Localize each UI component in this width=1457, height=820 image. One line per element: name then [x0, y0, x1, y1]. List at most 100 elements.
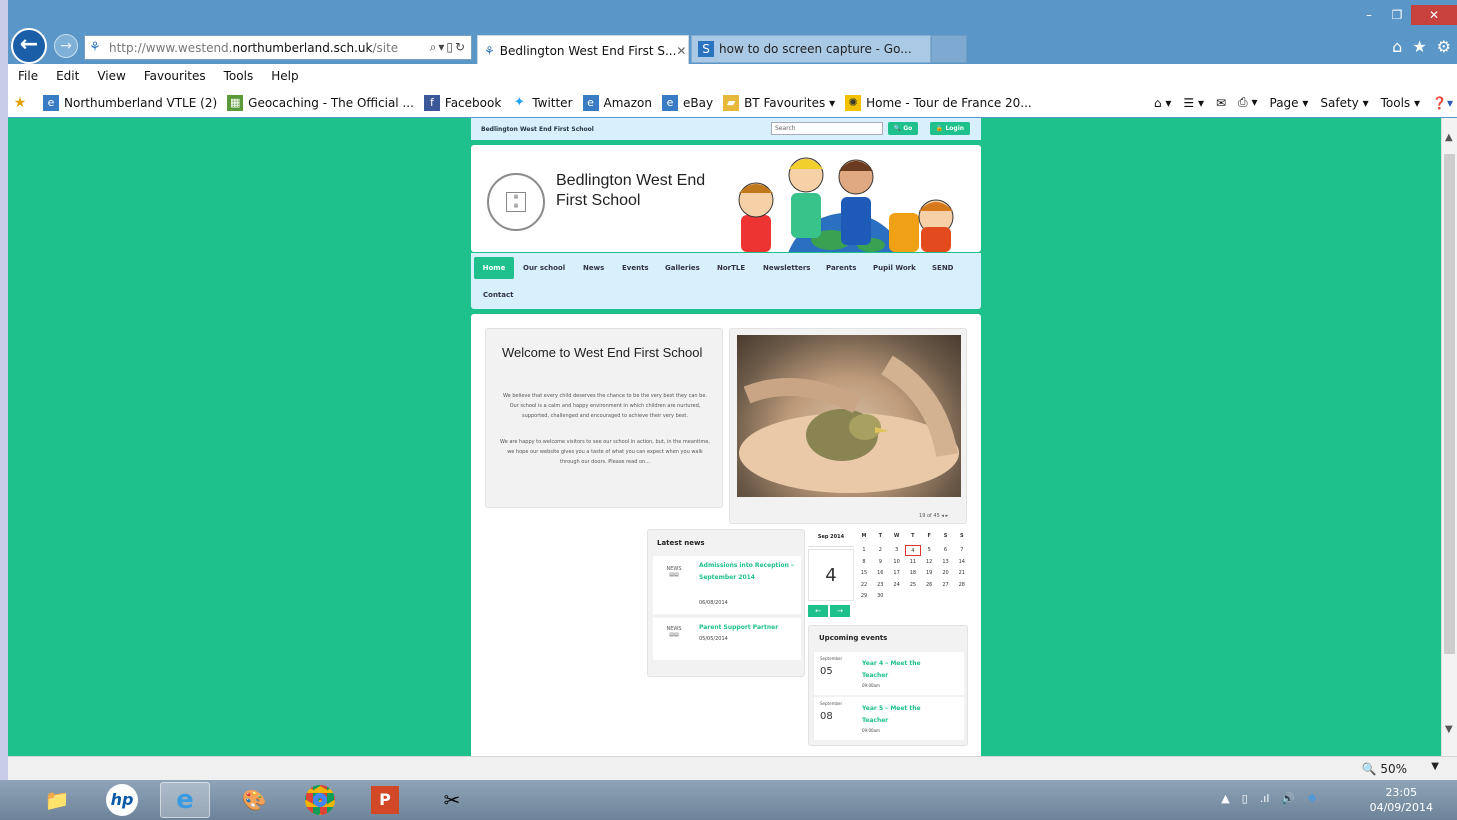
calendar-day[interactable]: 2 — [872, 545, 888, 556]
calendar-day[interactable]: 1 — [856, 545, 872, 556]
add-favourite-star-icon[interactable]: ★ — [12, 95, 33, 111]
photo-slider[interactable]: 19 of 45 ◂ ▸ — [729, 328, 967, 524]
event-title[interactable]: Year 5 – Meet the Teacher — [862, 703, 942, 727]
page-menu[interactable]: Page ▾ — [1270, 96, 1309, 110]
address-bar[interactable]: ⚘ http://www.westend.northumberland.sch.… — [84, 35, 472, 60]
calendar-day[interactable]: 18 — [905, 568, 921, 579]
close-window-button[interactable]: ✕ — [1411, 5, 1457, 25]
address-tools-icon[interactable]: ⌕▾▯↻ — [430, 40, 471, 55]
calendar-day[interactable]: 27 — [938, 580, 954, 591]
calendar-day[interactable]: 8 — [856, 557, 872, 568]
calendar-day[interactable]: 10 — [889, 557, 905, 568]
nav-news[interactable]: News — [583, 264, 604, 272]
menu-file[interactable]: File — [18, 69, 38, 83]
calendar-day[interactable]: 26 — [921, 580, 937, 591]
minimize-button[interactable]: – — [1355, 5, 1383, 25]
calendar-day[interactable]: 25 — [905, 580, 921, 591]
nav-home[interactable]: Home — [474, 257, 514, 279]
calendar-day[interactable]: 30 — [872, 591, 888, 602]
safety-menu[interactable]: Safety ▾ — [1320, 96, 1368, 110]
paint-icon[interactable]: 🎨 — [229, 782, 279, 818]
tools-menu[interactable]: Tools ▾ — [1381, 96, 1420, 110]
file-explorer-icon[interactable]: 📁 — [32, 782, 82, 818]
fav-ebay[interactable]: e eBay — [662, 94, 713, 111]
tab-screen-capture[interactable]: S how to do screen capture - Go... — [691, 35, 931, 63]
news-item[interactable]: NEWS ▤▤ Parent Support Partner 05/05/2014 — [653, 618, 801, 660]
new-tab-button[interactable] — [931, 35, 967, 63]
calendar-day[interactable]: 7 — [954, 545, 970, 556]
battery-icon[interactable]: ▯ — [1242, 792, 1248, 805]
back-button[interactable]: ← — [11, 28, 47, 64]
nav-galleries[interactable]: Galleries — [665, 264, 700, 272]
fav-twitter[interactable]: ✦ Twitter — [511, 95, 573, 111]
home-icon[interactable]: ⌂ — [1392, 37, 1402, 56]
close-tab-icon[interactable]: ✕ — [676, 44, 686, 58]
scroll-thumb[interactable] — [1444, 154, 1455, 654]
calendar-day[interactable]: 29 — [856, 591, 872, 602]
news-title[interactable]: Parent Support Partner — [699, 622, 795, 634]
network-signal-icon[interactable]: .ıl — [1260, 792, 1270, 805]
settings-gear-icon[interactable]: ⚙ — [1437, 37, 1451, 56]
calendar-day[interactable]: 19 — [921, 568, 937, 579]
powerpoint-icon[interactable]: P — [360, 782, 410, 818]
search-go-button[interactable]: 🔍 Go — [888, 122, 918, 135]
menu-edit[interactable]: Edit — [56, 69, 79, 83]
show-hidden-icons-icon[interactable]: ▲ — [1221, 792, 1229, 805]
calendar-day[interactable]: 17 — [889, 568, 905, 579]
home-command-icon[interactable]: ⌂ ▾ — [1154, 96, 1171, 110]
calendar-next-button[interactable]: → — [830, 605, 850, 617]
scroll-down-icon[interactable]: ▼ — [1445, 724, 1453, 735]
nav-pupil-work[interactable]: Pupil Work — [873, 264, 916, 272]
zoom-level[interactable]: 🔍 50% — [1362, 762, 1407, 776]
calendar-day[interactable]: 23 — [872, 580, 888, 591]
fav-facebook[interactable]: f Facebook — [423, 94, 501, 111]
fav-tour-de-france[interactable]: ✺ Home - Tour de France 20... — [845, 94, 1032, 111]
fav-amazon[interactable]: e Amazon — [582, 94, 652, 111]
volume-icon[interactable]: 🔊 — [1281, 792, 1295, 805]
fav-geocaching[interactable]: ▦ Geocaching - The Official ... — [227, 94, 414, 111]
event-item[interactable]: September 05 Year 4 – Meet the Teacher 0… — [814, 652, 964, 695]
menu-tools[interactable]: Tools — [224, 69, 254, 83]
calendar-day[interactable]: 9 — [872, 557, 888, 568]
calendar-day[interactable]: 24 — [889, 580, 905, 591]
favourites-star-icon[interactable]: ★ — [1412, 37, 1426, 56]
site-search-input[interactable]: Search — [771, 122, 883, 135]
fav-bt-favourites[interactable]: ▰ BT Favourites ▾ — [723, 94, 835, 111]
calendar-day[interactable]: 12 — [921, 557, 937, 568]
menu-view[interactable]: View — [97, 69, 125, 83]
menu-favourites[interactable]: Favourites — [144, 69, 206, 83]
calendar-day[interactable]: 20 — [938, 568, 954, 579]
feeds-icon[interactable]: ☰ ▾ — [1183, 96, 1204, 110]
calendar-prev-button[interactable]: ← — [808, 605, 828, 617]
nav-our-school[interactable]: Our school — [523, 264, 565, 272]
calendar-day[interactable]: 13 — [938, 557, 954, 568]
nav-events[interactable]: Events — [622, 264, 649, 272]
hp-icon[interactable]: hp — [97, 782, 147, 818]
calendar-day[interactable]: 4 — [904, 545, 921, 556]
calendar-day[interactable]: 6 — [938, 545, 954, 556]
dropbox-icon[interactable]: ❖ — [1307, 792, 1317, 805]
calendar-day[interactable]: 28 — [954, 580, 970, 591]
nav-parents[interactable]: Parents — [826, 264, 856, 272]
login-button[interactable]: 🔒 Login — [930, 122, 970, 135]
internet-explorer-icon[interactable]: e — [160, 782, 210, 818]
nav-nortle[interactable]: NorTLE — [717, 264, 745, 272]
fav-northumberland-vtle[interactable]: e Northumberland VTLE (2) — [43, 94, 217, 111]
nav-send[interactable]: SEND — [932, 264, 954, 272]
url-text[interactable]: http://www.westend.northumberland.sch.uk… — [109, 41, 430, 55]
vertical-scrollbar[interactable]: ▲ ▼ — [1441, 118, 1457, 756]
read-mail-icon[interactable]: ✉ — [1216, 96, 1226, 110]
calendar-day[interactable]: 15 — [856, 568, 872, 579]
slider-prev-icon[interactable]: ◂ — [941, 513, 944, 519]
event-title[interactable]: Year 4 – Meet the Teacher — [862, 658, 942, 682]
print-icon[interactable]: ⎙ ▾ — [1238, 95, 1257, 110]
scroll-up-icon[interactable]: ▲ — [1445, 132, 1453, 143]
news-item[interactable]: NEWS ▤▤ Admissions into Reception – Septe… — [653, 556, 801, 614]
slider-next-icon[interactable]: ▸ — [945, 513, 948, 519]
calendar-day[interactable]: 14 — [954, 557, 970, 568]
chrome-icon[interactable] — [295, 782, 345, 818]
forward-button[interactable]: → — [54, 34, 78, 58]
menu-help[interactable]: Help — [271, 69, 298, 83]
calendar-day[interactable]: 3 — [889, 545, 905, 556]
calendar-day[interactable]: 22 — [856, 580, 872, 591]
